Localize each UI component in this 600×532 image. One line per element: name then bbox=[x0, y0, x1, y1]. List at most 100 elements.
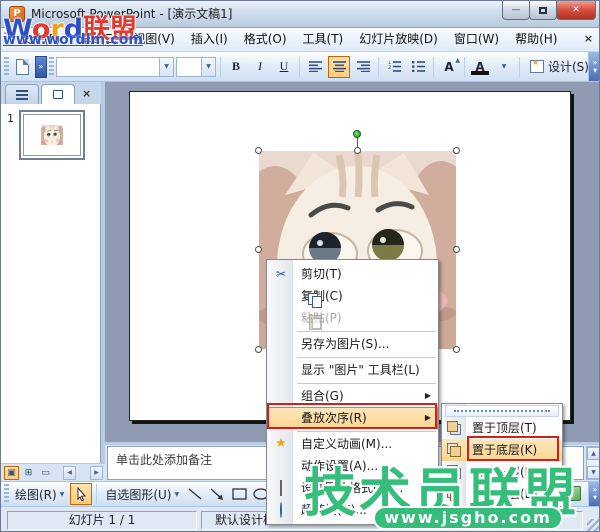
resize-handle-ne[interactable] bbox=[453, 147, 460, 154]
tab-slides-view[interactable] bbox=[41, 84, 75, 104]
submenu-item-bring-forward[interactable]: 上移一层(F) bbox=[442, 461, 562, 483]
normal-view-button[interactable]: ▣ bbox=[4, 465, 19, 480]
context-menu-item-save-as-picture[interactable]: 另存为图片(S)... bbox=[267, 333, 438, 355]
menu-window[interactable]: 窗口(W) bbox=[446, 28, 507, 51]
italic-button[interactable]: I bbox=[249, 56, 271, 78]
context-menu-item-order[interactable]: 叠放次序(R) ▶ bbox=[267, 407, 438, 429]
toolbar-grip[interactable] bbox=[49, 56, 54, 77]
context-menu-item-action-settings[interactable]: 动作设置(A)... bbox=[267, 455, 438, 477]
hyperlink-globe-icon bbox=[273, 502, 289, 518]
arrow-tool-button[interactable] bbox=[207, 485, 227, 504]
menu-edit[interactable]: 编辑(E) bbox=[68, 28, 125, 51]
scroll-up-button[interactable]: ▲ bbox=[587, 447, 599, 460]
context-menu-item-hyperlink[interactable]: 超链接(H)... bbox=[267, 499, 438, 521]
menu-bar: 文件(F) 编辑(E) 视图(V) 插入(I) 格式(O) 工具(T) 幻灯片放… bbox=[1, 28, 599, 52]
order-submenu: 置于顶层(T) 置于底层(K) 上移一层(F) 下移一层(B) bbox=[441, 403, 563, 507]
resize-handle-nw[interactable] bbox=[255, 147, 262, 154]
align-left-icon bbox=[308, 61, 322, 72]
toolbar-overflow-button[interactable]: » ▼ bbox=[588, 52, 599, 81]
slides-view-icon bbox=[53, 90, 63, 99]
menu-view[interactable]: 视图(V) bbox=[125, 28, 183, 51]
numbered-list-button[interactable]: 12 bbox=[383, 56, 405, 78]
resize-handle-e[interactable] bbox=[453, 246, 460, 253]
rotation-handle[interactable] bbox=[353, 130, 361, 138]
context-menu-item-copy[interactable]: 复制(C) bbox=[267, 285, 438, 307]
close-button[interactable]: ✕ bbox=[556, 1, 596, 20]
scroll-left-button[interactable]: ◀ bbox=[63, 465, 76, 480]
align-center-button[interactable] bbox=[328, 55, 350, 78]
slide-design-button[interactable]: 设计(S) bbox=[524, 56, 595, 78]
overflow-chevron-icon: » bbox=[592, 485, 598, 494]
submenu-tearoff-handle[interactable] bbox=[445, 405, 559, 417]
align-right-button[interactable] bbox=[352, 56, 374, 78]
font-color-swatch bbox=[471, 70, 489, 75]
context-menu-item-format-picture[interactable]: 设置图片格式(O)... bbox=[267, 477, 438, 499]
pane-tabs: × bbox=[1, 82, 105, 104]
picture-context-menu: ✂ 剪切(T) 复制(C) 粘贴(P) 另存为图片(S)... 显示 "图片" … bbox=[266, 259, 439, 525]
pane-close-icon[interactable]: × bbox=[79, 87, 94, 104]
resize-handle-n[interactable] bbox=[354, 147, 361, 154]
line-tool-button[interactable] bbox=[185, 485, 205, 504]
font-size-select[interactable]: ▼ bbox=[176, 56, 216, 77]
formatting-toolbar: » ▼ ▼ B I U 12 A ▲ A ▼ ★ 设计(S) » ▼ bbox=[1, 52, 599, 82]
align-left-button[interactable] bbox=[304, 56, 326, 78]
menu-help[interactable]: 帮助(H) bbox=[507, 28, 565, 51]
font-color-dropdown[interactable]: ▼ bbox=[493, 56, 515, 78]
menu-format[interactable]: 格式(O) bbox=[236, 28, 295, 51]
context-menu-item-group[interactable]: 组合(G) ▶ bbox=[267, 385, 438, 407]
scroll-down-button[interactable]: ▼ bbox=[587, 466, 599, 479]
animation-star-icon: ★ bbox=[275, 436, 287, 451]
increase-font-size-button[interactable]: A ▲ bbox=[438, 56, 460, 78]
rectangle-icon bbox=[231, 488, 247, 500]
toolbar-grip[interactable] bbox=[4, 56, 9, 77]
slide-thumbnail[interactable] bbox=[19, 110, 85, 160]
chevron-down-icon[interactable]: ▼ bbox=[159, 57, 173, 76]
toolbar-grip[interactable] bbox=[4, 484, 9, 504]
tab-outline-view[interactable] bbox=[5, 84, 39, 104]
font-name-select[interactable]: ▼ bbox=[56, 56, 174, 77]
slideshow-view-button[interactable]: ▭ bbox=[38, 466, 53, 480]
rectangle-tool-button[interactable] bbox=[229, 485, 249, 504]
autoshapes-menu-button[interactable]: 自选图形(U) ▼ bbox=[101, 484, 183, 504]
chevron-down-icon: ▼ bbox=[593, 67, 597, 74]
toolbar-options-button[interactable]: » bbox=[35, 55, 47, 78]
menu-insert[interactable]: 插入(I) bbox=[183, 28, 236, 51]
menu-separator bbox=[297, 430, 436, 432]
font-color-button[interactable]: A bbox=[469, 56, 491, 78]
document-close-icon[interactable]: × bbox=[584, 32, 593, 45]
bullet-list-button[interactable] bbox=[407, 56, 429, 78]
resize-handle-sw[interactable] bbox=[255, 346, 262, 353]
menu-grip[interactable] bbox=[4, 31, 9, 48]
select-objects-button[interactable] bbox=[70, 483, 93, 505]
resize-grip[interactable] bbox=[587, 519, 599, 531]
minimize-button[interactable]: — bbox=[502, 1, 530, 20]
context-menu-item-custom-animation[interactable]: ★ 自定义动画(M)... bbox=[267, 433, 438, 455]
chevron-down-icon[interactable]: ▼ bbox=[201, 57, 215, 76]
submenu-item-send-to-back[interactable]: 置于底层(K) bbox=[442, 439, 562, 461]
bold-button[interactable]: B bbox=[225, 56, 247, 78]
maximize-button[interactable] bbox=[529, 1, 557, 20]
style-swatch-button[interactable] bbox=[566, 486, 581, 501]
toolbar-overflow-button[interactable]: » ▼ bbox=[588, 482, 599, 506]
submenu-item-send-backward[interactable]: 下移一层(B) bbox=[442, 483, 562, 505]
design-icon bbox=[530, 58, 544, 73]
resize-handle-w[interactable] bbox=[255, 246, 262, 253]
menu-file[interactable]: 文件(F) bbox=[12, 28, 68, 51]
submenu-arrow-icon: ▶ bbox=[424, 391, 431, 400]
menu-tools[interactable]: 工具(T) bbox=[295, 28, 352, 51]
resize-handle-se[interactable] bbox=[453, 346, 460, 353]
chevron-down-icon: ▼ bbox=[59, 490, 65, 498]
context-menu-item-show-picture-toolbar[interactable]: 显示 "图片" 工具栏(L) bbox=[267, 359, 438, 381]
slide-number: 1 bbox=[7, 112, 14, 125]
draw-menu-button[interactable]: 绘图(R) ▼ bbox=[11, 484, 68, 504]
context-menu-item-cut[interactable]: ✂ 剪切(T) bbox=[267, 263, 438, 285]
notes-scrollbar[interactable]: ▲ ▼ bbox=[586, 446, 599, 480]
submenu-item-bring-to-front[interactable]: 置于顶层(T) bbox=[442, 417, 562, 439]
svg-text:2: 2 bbox=[388, 65, 391, 71]
underline-button[interactable]: U bbox=[273, 56, 295, 78]
menu-slideshow[interactable]: 幻灯片放映(D) bbox=[351, 28, 446, 51]
new-presentation-button[interactable] bbox=[11, 56, 33, 78]
slide-sorter-view-button[interactable]: ⊞ bbox=[21, 466, 36, 480]
line-icon bbox=[188, 488, 202, 500]
scroll-right-button[interactable]: ▶ bbox=[90, 465, 103, 480]
